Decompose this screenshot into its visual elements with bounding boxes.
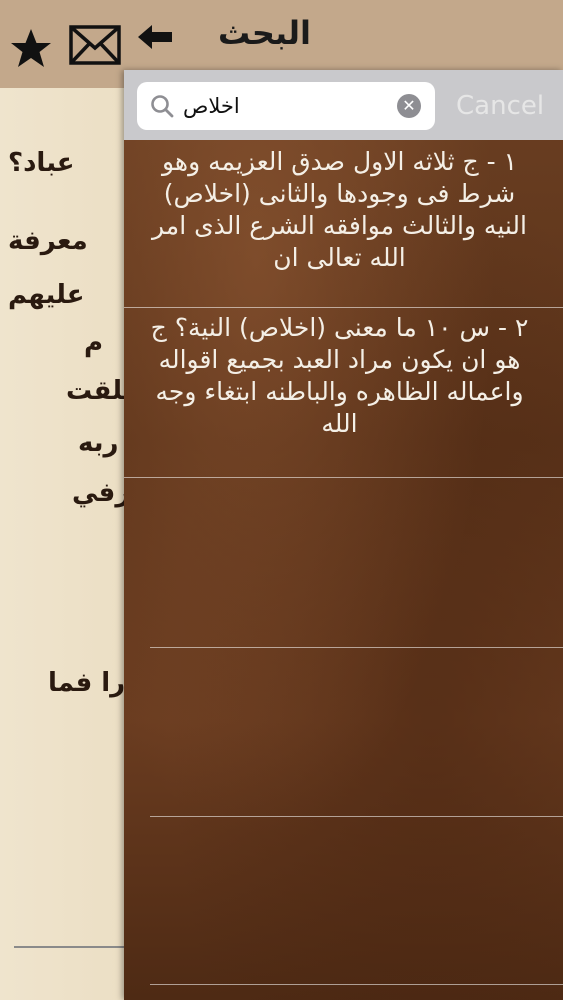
page-text-line: معرفة bbox=[8, 226, 88, 256]
star-icon[interactable] bbox=[8, 26, 54, 72]
result-text: ٢ - س ١٠ ما معنى (اخلاص) النية؟ ج هو ان … bbox=[150, 313, 529, 438]
page-divider bbox=[14, 946, 134, 948]
page-title: البحث bbox=[218, 14, 311, 52]
search-input[interactable]: اخلاص bbox=[183, 82, 393, 130]
list-separator bbox=[150, 816, 563, 817]
search-bar: اخلاص ✕ Cancel bbox=[124, 70, 563, 140]
page-text-line: عباد؟ bbox=[8, 148, 75, 178]
page-text-line: عليهم bbox=[8, 280, 85, 310]
search-result-item[interactable]: ١ - ج ثلاثه الاول صدق العزيمه وهو شرط فى… bbox=[124, 142, 563, 308]
search-icon bbox=[149, 93, 175, 119]
clear-icon[interactable]: ✕ bbox=[397, 94, 421, 118]
page-text-line: م bbox=[84, 328, 104, 358]
back-arrow-icon[interactable] bbox=[136, 22, 176, 52]
result-text: ١ - ج ثلاثه الاول صدق العزيمه وهو شرط فى… bbox=[152, 147, 527, 272]
mail-icon[interactable] bbox=[68, 24, 122, 66]
page-text-line: رفي bbox=[72, 478, 131, 508]
cancel-button[interactable]: Cancel bbox=[456, 82, 544, 130]
list-separator bbox=[150, 647, 563, 648]
search-field[interactable]: اخلاص ✕ bbox=[137, 82, 435, 130]
search-result-item[interactable]: ٢ - س ١٠ ما معنى (اخلاص) النية؟ ج هو ان … bbox=[124, 308, 563, 478]
list-separator bbox=[150, 984, 563, 985]
page-text-line: ربه bbox=[78, 428, 119, 458]
search-results-panel: اخلاص ✕ Cancel ١ - ج ثلاثه الاول صدق الع… bbox=[124, 70, 563, 1000]
page-text-line: را فما bbox=[48, 668, 126, 698]
